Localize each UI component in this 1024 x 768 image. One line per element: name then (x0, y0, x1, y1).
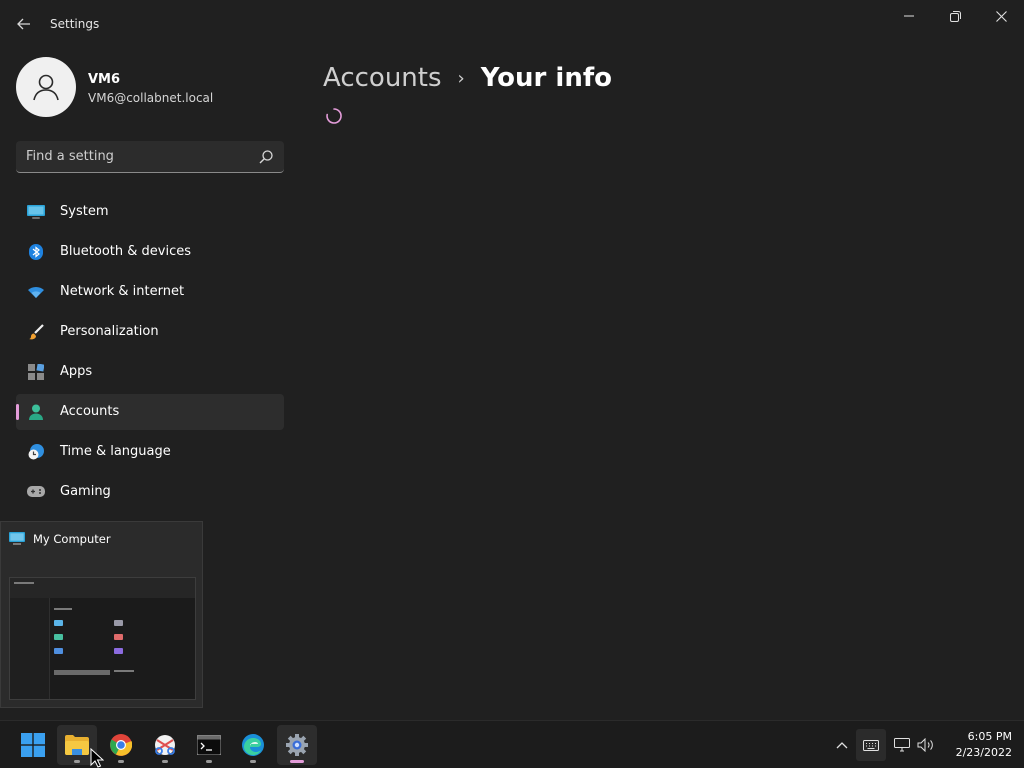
thumbnail-toolbar (10, 578, 195, 598)
preview-title: My Computer (33, 532, 111, 546)
apps-icon (27, 364, 45, 380)
tray-keyboard-button[interactable] (856, 729, 886, 761)
sidebar-item-personalization[interactable]: Personalization (16, 314, 284, 350)
tray-network-button[interactable] (890, 729, 914, 761)
running-indicator (118, 760, 124, 763)
taskbar-terminal-button[interactable] (189, 725, 229, 765)
mouse-pointer-icon (90, 748, 104, 768)
running-indicator (74, 760, 80, 763)
thumbnail-line (14, 582, 34, 584)
taskbar-clock[interactable]: 6:05 PM 2/23/2022 (942, 729, 1012, 761)
clock-date: 2/23/2022 (955, 746, 1012, 759)
thumbnail-folder (114, 648, 123, 654)
thumbnail-line (54, 608, 72, 610)
app-title: Settings (50, 17, 100, 31)
taskbar-chrome-button[interactable] (101, 725, 141, 765)
sidebar-item-network[interactable]: Network & internet (16, 274, 284, 310)
search-icon[interactable] (258, 149, 274, 165)
sidebar-item-label: System (60, 204, 109, 219)
running-indicator (162, 760, 168, 763)
sidebar-item-label: Gaming (60, 484, 111, 499)
clock-time: 6:05 PM (967, 730, 1012, 743)
running-indicator (250, 760, 256, 763)
sidebar-item-label: Accounts (60, 404, 120, 419)
sidebar-item-label: Time & language (60, 444, 171, 459)
sidebar-item-label: Apps (60, 364, 93, 379)
start-button[interactable] (13, 725, 53, 765)
folder-icon (65, 735, 89, 755)
preview-window-thumbnail[interactable] (9, 577, 196, 700)
bluetooth-icon (27, 244, 45, 260)
globe-clock-icon (27, 444, 45, 460)
thumbnail-folder (54, 620, 63, 626)
person-icon (27, 404, 45, 420)
breadcrumb-parent-link[interactable]: Accounts (323, 63, 442, 93)
gear-icon (286, 734, 308, 756)
sidebar-item-gaming[interactable]: Gaming (16, 474, 284, 510)
scissors-icon (155, 735, 175, 755)
tray-volume-button[interactable] (914, 729, 938, 761)
avatar[interactable] (16, 57, 76, 117)
title-bar: Settings (0, 0, 1024, 48)
terminal-icon (197, 735, 221, 755)
running-indicator (206, 760, 212, 763)
thumbnail-folder (114, 620, 123, 626)
breadcrumb-separator: › (457, 67, 465, 89)
sidebar-item-accounts[interactable]: Accounts (16, 394, 284, 430)
taskbar-edge-button[interactable] (233, 725, 273, 765)
user-avatar-icon (33, 74, 59, 101)
taskbar: 6:05 PM 2/23/2022 (0, 720, 1024, 768)
sidebar-item-label: Personalization (60, 324, 159, 339)
sidebar-item-label: Network & internet (60, 284, 185, 299)
chrome-icon (110, 734, 132, 756)
taskbar-thumbnail-preview[interactable]: My Computer (0, 521, 203, 708)
search-input[interactable] (16, 141, 250, 172)
windows-start-icon (21, 733, 45, 757)
network-icon (894, 738, 910, 752)
search-box[interactable] (16, 141, 284, 173)
thumbnail-drive (54, 670, 110, 675)
sidebar-item-time-language[interactable]: Time & language (16, 434, 284, 470)
active-indicator (290, 760, 304, 763)
monitor-icon (27, 204, 45, 220)
chevron-up-icon (836, 742, 848, 749)
sidebar-item-apps[interactable]: Apps (16, 354, 284, 390)
computer-icon (9, 532, 25, 545)
sidebar-item-system[interactable]: System (16, 194, 284, 230)
close-button[interactable] (978, 0, 1024, 32)
minimize-button[interactable] (886, 0, 932, 32)
edge-icon (242, 734, 264, 756)
restore-button[interactable] (932, 0, 978, 32)
wifi-icon (27, 284, 45, 300)
restore-icon (949, 10, 961, 22)
thumbnail-folder (114, 634, 123, 640)
loading-spinner-icon (326, 108, 342, 124)
speaker-icon (917, 738, 933, 752)
sidebar-item-label: Bluetooth & devices (60, 244, 191, 259)
user-name: VM6 (88, 72, 121, 87)
user-profile[interactable]: VM6 VM6@collabnet.local (16, 57, 286, 117)
breadcrumb: Accounts › Your info (323, 58, 612, 98)
close-icon (995, 10, 1007, 22)
sidebar-item-bluetooth[interactable]: Bluetooth & devices (16, 234, 284, 270)
paintbrush-icon (27, 324, 45, 340)
page-title: Your info (480, 63, 613, 93)
taskbar-settings-button[interactable] (277, 725, 317, 765)
back-arrow-icon (17, 18, 30, 30)
gamepad-icon (27, 484, 45, 500)
thumbnail-folder (54, 634, 63, 640)
taskbar-snipping-tool-button[interactable] (145, 725, 185, 765)
back-button[interactable] (10, 10, 38, 38)
tray-overflow-button[interactable] (830, 729, 854, 761)
sidebar-nav: System Bluetooth & devices Network & int… (16, 194, 284, 514)
user-email: VM6@collabnet.local (88, 91, 214, 105)
keyboard-icon (863, 739, 879, 751)
thumbnail-line (114, 670, 134, 672)
minimize-icon (904, 15, 914, 17)
preview-header: My Computer (9, 532, 111, 546)
thumbnail-sidebar (10, 598, 50, 699)
thumbnail-folder (54, 648, 63, 654)
